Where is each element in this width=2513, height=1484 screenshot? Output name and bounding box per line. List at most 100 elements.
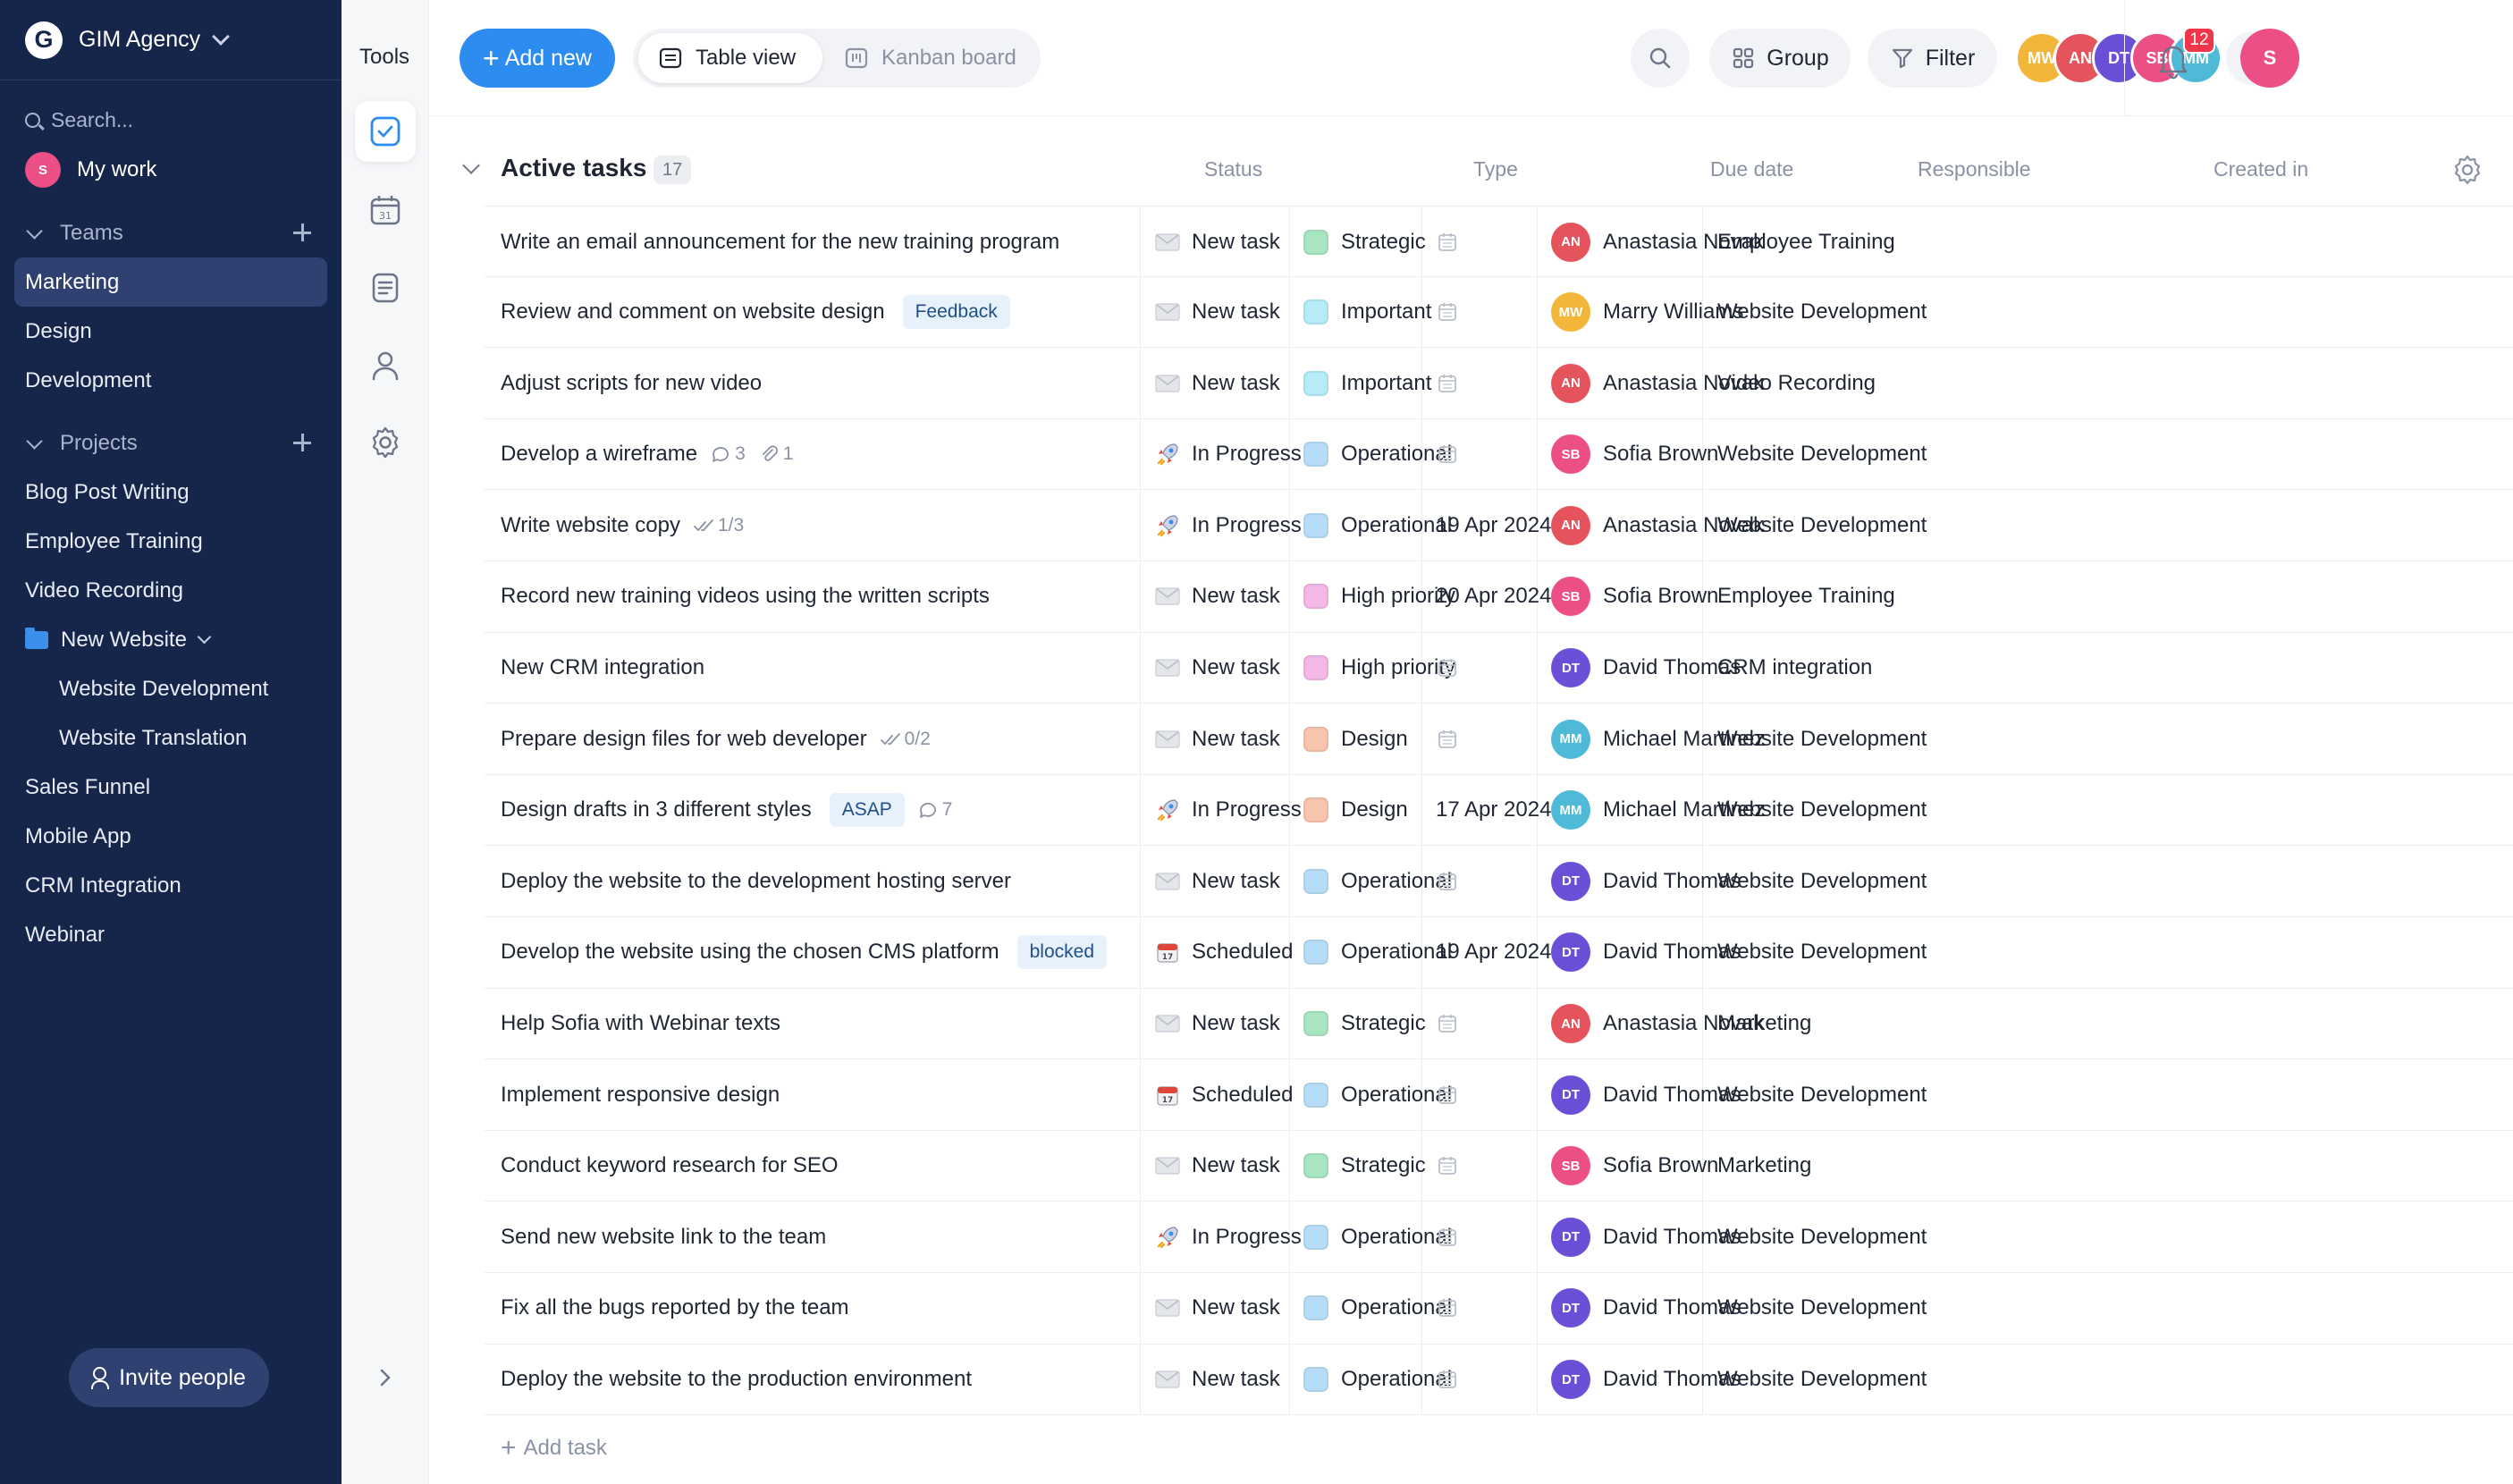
teams-section-header[interactable]: Teams: [0, 209, 342, 257]
tool-settings[interactable]: [355, 412, 416, 473]
sidebar-item-crm-integration[interactable]: CRM Integration: [0, 861, 342, 910]
add-new-button[interactable]: + Add new: [460, 29, 615, 88]
checklist-progress[interactable]: 0/2: [880, 729, 931, 750]
due-date-cell[interactable]: [1436, 1273, 1459, 1344]
status-cell[interactable]: New task: [1154, 1273, 1280, 1344]
responsible-cell[interactable]: DT David Thomas: [1551, 1059, 1741, 1130]
task-name-cell[interactable]: Record new training videos using the wri…: [501, 561, 1162, 632]
table-row[interactable]: Implement responsive design 17 Scheduled Op…: [485, 1059, 2513, 1131]
responsible-cell[interactable]: DT David Thomas: [1551, 846, 1741, 916]
status-cell[interactable]: 17 Scheduled: [1154, 917, 1293, 988]
due-date-cell[interactable]: [1436, 1059, 1459, 1130]
due-date-cell[interactable]: [1436, 633, 1459, 704]
tool-calendar[interactable]: 31: [355, 180, 416, 240]
type-cell[interactable]: Operational: [1303, 490, 1452, 561]
created-in-cell[interactable]: Marketing: [1717, 1131, 1811, 1202]
table-row[interactable]: Deploy the website to the production env…: [485, 1344, 2513, 1416]
sidebar-item-mobile-app[interactable]: Mobile App: [0, 812, 342, 861]
table-row[interactable]: Develop a wireframe 3 1 In Progress Operatio…: [485, 418, 2513, 491]
task-name-cell[interactable]: Review and comment on website design Feed…: [501, 277, 1162, 348]
type-cell[interactable]: Operational: [1303, 1059, 1452, 1130]
table-row[interactable]: Adjust scripts for new video New task Impo…: [485, 348, 2513, 419]
column-header-due-date[interactable]: Due date: [1710, 157, 1793, 181]
created-in-cell[interactable]: Employee Training: [1717, 561, 1895, 632]
responsible-cell[interactable]: MW Marry Williams: [1551, 277, 1743, 348]
table-row[interactable]: Write website copy 1/3 In Progress Operatio…: [485, 490, 2513, 561]
created-in-cell[interactable]: Website Development: [1717, 704, 1927, 774]
created-in-cell[interactable]: Video Recording: [1717, 348, 1876, 418]
sidebar-search[interactable]: Search...: [0, 95, 342, 145]
type-cell[interactable]: Strategic: [1303, 989, 1426, 1059]
status-cell[interactable]: New task: [1154, 277, 1280, 348]
responsible-cell[interactable]: SB Sofia Brown: [1551, 561, 1718, 632]
chevron-down-icon[interactable]: [462, 156, 480, 174]
responsible-cell[interactable]: DT David Thomas: [1551, 1202, 1741, 1272]
column-header-created-in[interactable]: Created in: [2214, 157, 2308, 181]
table-row[interactable]: Develop the website using the chosen CMS…: [485, 916, 2513, 989]
task-name-cell[interactable]: Design drafts in 3 different styles ASAP 7: [501, 775, 1162, 846]
type-cell[interactable]: Operational: [1303, 419, 1452, 490]
due-date-cell[interactable]: [1436, 1131, 1459, 1202]
sidebar-item-webinar[interactable]: Webinar: [0, 910, 342, 959]
due-date-cell[interactable]: [1436, 277, 1459, 348]
sidebar-item-development[interactable]: Development: [0, 356, 342, 405]
due-date-cell[interactable]: [1436, 846, 1459, 916]
task-name-cell[interactable]: Adjust scripts for new video: [501, 348, 1162, 418]
due-date-cell[interactable]: 19 Apr 2024: [1436, 490, 1551, 561]
add-task-button[interactable]: + Add task: [501, 1435, 607, 1462]
sidebar-item-employee-training[interactable]: Employee Training: [0, 517, 342, 566]
filter-button[interactable]: Filter: [1868, 29, 1997, 88]
task-name-cell[interactable]: Deploy the website to the production env…: [501, 1345, 1162, 1415]
responsible-cell[interactable]: DT David Thomas: [1551, 1345, 1741, 1415]
column-header-status[interactable]: Status: [1204, 157, 1262, 181]
status-cell[interactable]: New task: [1154, 1345, 1280, 1415]
status-cell[interactable]: New task: [1154, 846, 1280, 916]
table-row[interactable]: Review and comment on website design Feed…: [485, 276, 2513, 349]
type-cell[interactable]: Design: [1303, 775, 1408, 846]
projects-section-header[interactable]: Projects: [0, 419, 342, 468]
due-date-cell[interactable]: [1436, 1345, 1459, 1415]
tool-people[interactable]: [355, 335, 416, 396]
due-date-cell[interactable]: [1436, 1202, 1459, 1272]
responsible-cell[interactable]: DT David Thomas: [1551, 633, 1741, 704]
type-cell[interactable]: Important: [1303, 348, 1431, 418]
created-in-cell[interactable]: Website Development: [1717, 419, 1927, 490]
comments-count[interactable]: 3: [710, 443, 746, 465]
due-date-cell[interactable]: [1436, 989, 1459, 1059]
status-cell[interactable]: New task: [1154, 704, 1280, 774]
table-row[interactable]: Record new training videos using the wri…: [485, 561, 2513, 633]
type-cell[interactable]: Operational: [1303, 917, 1452, 988]
task-name-cell[interactable]: Send new website link to the team: [501, 1202, 1162, 1272]
responsible-cell[interactable]: SB Sofia Brown: [1551, 1131, 1718, 1202]
status-cell[interactable]: New task: [1154, 1131, 1280, 1202]
due-date-cell[interactable]: [1436, 419, 1459, 490]
task-name-cell[interactable]: Conduct keyword research for SEO: [501, 1131, 1162, 1202]
status-cell[interactable]: In Progress: [1154, 1202, 1302, 1272]
created-in-cell[interactable]: Website Development: [1717, 1273, 1927, 1344]
created-in-cell[interactable]: Marketing: [1717, 989, 1811, 1059]
task-name-cell[interactable]: Deploy the website to the development ho…: [501, 846, 1162, 916]
task-name-cell[interactable]: Write website copy 1/3: [501, 490, 1162, 561]
table-row[interactable]: Write an email announcement for the new …: [485, 206, 2513, 277]
status-cell[interactable]: In Progress: [1154, 490, 1302, 561]
due-date-cell[interactable]: [1436, 348, 1459, 418]
invite-people-button[interactable]: Invite people: [69, 1348, 269, 1407]
group-button[interactable]: Group: [1709, 29, 1851, 88]
workspace-switcher[interactable]: G GIM Agency: [0, 0, 342, 80]
type-cell[interactable]: Strategic: [1303, 1131, 1426, 1202]
type-cell[interactable]: Design: [1303, 704, 1408, 774]
table-row[interactable]: Deploy the website to the development ho…: [485, 846, 2513, 917]
table-row[interactable]: Prepare design files for web developer 0/…: [485, 704, 2513, 775]
tab-kanban-board[interactable]: Kanban board: [824, 33, 1035, 83]
user-avatar[interactable]: S: [2240, 29, 2299, 88]
task-name-cell[interactable]: Help Sofia with Webinar texts: [501, 989, 1162, 1059]
table-row[interactable]: Fix all the bugs reported by the team New…: [485, 1272, 2513, 1345]
created-in-cell[interactable]: Employee Training: [1717, 207, 1895, 277]
sidebar-item-marketing[interactable]: Marketing: [14, 257, 327, 307]
type-cell[interactable]: High priority: [1303, 561, 1455, 632]
tool-tasks[interactable]: [355, 101, 416, 162]
add-team-icon[interactable]: [291, 222, 313, 243]
add-project-icon[interactable]: [291, 432, 313, 453]
due-date-cell[interactable]: [1436, 207, 1459, 277]
column-header-type[interactable]: Type: [1473, 157, 1518, 181]
